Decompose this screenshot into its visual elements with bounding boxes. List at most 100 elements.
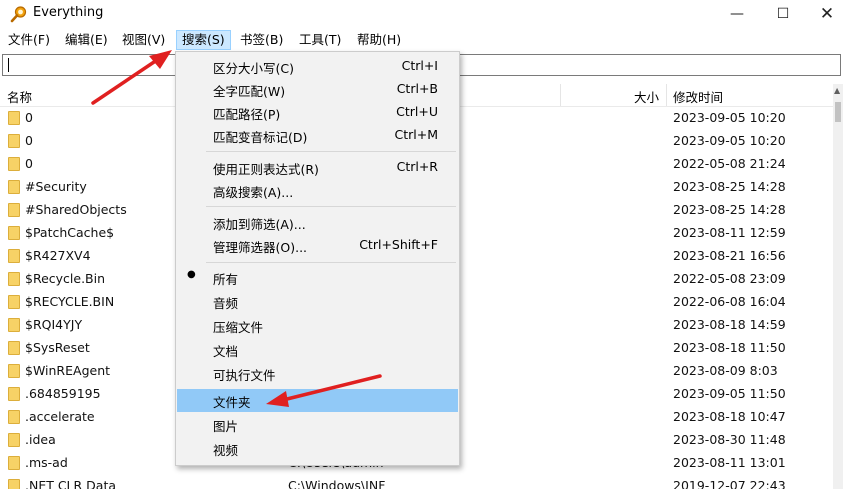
folder-icon [8, 249, 20, 263]
menu-item-label: 压缩文件 [213, 320, 264, 335]
folder-icon [8, 341, 20, 355]
radio-selected-icon: ● [187, 269, 196, 280]
menu-item-regex[interactable]: 使用正则表达式(R) Ctrl+R [177, 156, 458, 179]
folder-icon [8, 410, 20, 424]
row-modified: 2023-09-05 10:20 [673, 110, 786, 125]
menu-bar: 文件(F) 编辑(E) 视图(V) 搜索(S) 书签(B) 工具(T) 帮助(H… [0, 28, 843, 52]
row-modified: 2023-08-30 11:48 [673, 432, 786, 447]
menu-item-filter-folder[interactable]: 文件夹 [177, 389, 458, 412]
row-modified: 2023-09-05 11:50 [673, 386, 786, 401]
menu-item-label: 添加到筛选(A)... [213, 217, 306, 232]
menu-item-filter-video[interactable]: 视频 [177, 437, 458, 460]
menu-item-shortcut: Ctrl+R [396, 159, 438, 174]
menu-separator [206, 151, 456, 152]
menu-item-label: 使用正则表达式(R) [213, 162, 319, 177]
title-bar: Everything — ☐ ✕ [0, 0, 843, 28]
folder-icon [8, 318, 20, 332]
row-modified: 2023-09-05 10:20 [673, 133, 786, 148]
menu-bookmarks[interactable]: 书签(B) [235, 30, 288, 50]
menu-item-label: 区分大小写(C) [213, 61, 294, 76]
row-modified: 2023-08-18 10:47 [673, 409, 786, 424]
menu-item-match-diacritics[interactable]: 匹配变音标记(D) Ctrl+M [177, 124, 458, 147]
menu-item-label: 匹配变音标记(D) [213, 130, 308, 145]
menu-item-filter-compressed[interactable]: 压缩文件 [177, 314, 458, 337]
menu-item-shortcut: Ctrl+U [396, 104, 438, 119]
folder-icon [8, 203, 20, 217]
menu-item-shortcut: Ctrl+I [401, 58, 438, 73]
folder-icon [8, 295, 20, 309]
menu-item-label: 音频 [213, 296, 239, 311]
folder-icon [8, 272, 20, 286]
folder-icon [8, 479, 20, 489]
menu-item-match-case[interactable]: 区分大小写(C) Ctrl+I [177, 55, 458, 78]
menu-item-label: 文档 [213, 344, 239, 359]
row-modified: 2023-08-09 8:03 [673, 363, 778, 378]
magnifier-app-icon [10, 6, 27, 23]
menu-help[interactable]: 帮助(H) [352, 30, 406, 50]
menu-edit[interactable]: 编辑(E) [60, 30, 113, 50]
row-modified: 2022-06-08 16:04 [673, 294, 786, 309]
menu-tools[interactable]: 工具(T) [294, 30, 346, 50]
menu-item-label: 管理筛选器(O)... [213, 240, 308, 255]
minimize-button[interactable]: — [714, 0, 760, 28]
menu-search[interactable]: 搜索(S) [176, 30, 231, 50]
menu-item-label: 所有 [213, 272, 239, 287]
menu-item-label: 全字匹配(W) [213, 84, 286, 99]
menu-item-filter-picture[interactable]: 图片 [177, 413, 458, 436]
table-row[interactable]: .NET CLR Data C:\Windows\INF 2019-12-07 22… [0, 475, 843, 489]
row-modified: 2022-05-08 21:24 [673, 156, 786, 171]
column-divider[interactable] [666, 84, 667, 106]
menu-item-label: 视频 [213, 443, 239, 458]
folder-icon [8, 111, 20, 125]
scroll-up-icon[interactable]: ▲ [834, 86, 840, 95]
text-caret [8, 58, 9, 72]
menu-item-label: 文件夹 [213, 395, 251, 410]
column-name-header[interactable]: 名称 [7, 87, 32, 106]
row-modified: 2023-08-18 11:50 [673, 340, 786, 355]
menu-item-match-path[interactable]: 匹配路径(P) Ctrl+U [177, 101, 458, 124]
menu-item-shortcut: Ctrl+B [396, 81, 438, 96]
menu-item-label: 高级搜索(A)... [213, 185, 294, 200]
column-size-header[interactable]: 大小 [634, 87, 659, 106]
menu-item-shortcut: Ctrl+Shift+F [359, 237, 438, 252]
maximize-button[interactable]: ☐ [760, 0, 806, 28]
window-title: Everything [33, 5, 104, 20]
menu-item-whole-word[interactable]: 全字匹配(W) Ctrl+B [177, 78, 458, 101]
menu-item-filter-all[interactable]: ● 所有 [177, 266, 458, 289]
menu-file[interactable]: 文件(F) [3, 30, 55, 50]
menu-view[interactable]: 视图(V) [117, 30, 170, 50]
folder-icon [8, 226, 20, 240]
menu-item-shortcut: Ctrl+M [394, 127, 439, 142]
menu-item-filter-document[interactable]: 文档 [177, 338, 458, 361]
row-modified: 2023-08-11 12:59 [673, 225, 786, 240]
menu-item-filter-audio[interactable]: 音频 [177, 290, 458, 313]
row-path: C:\Windows\INF [288, 478, 386, 489]
row-modified: 2023-08-21 16:56 [673, 248, 786, 263]
column-divider[interactable] [560, 84, 561, 106]
menu-item-label: 可执行文件 [213, 368, 276, 383]
row-modified: 2023-08-25 14:28 [673, 202, 786, 217]
menu-item-label: 图片 [213, 419, 239, 434]
scroll-thumb[interactable] [835, 102, 841, 122]
row-modified: 2022-05-08 23:09 [673, 271, 786, 286]
folder-icon [8, 157, 20, 171]
row-modified: 2023-08-25 14:28 [673, 179, 786, 194]
folder-icon [8, 433, 20, 447]
column-modified-header[interactable]: 修改时间 [673, 87, 723, 106]
menu-item-label: 匹配路径(P) [213, 107, 281, 122]
menu-separator [206, 262, 456, 263]
folder-icon [8, 134, 20, 148]
row-name: .NET CLR Data [25, 478, 117, 489]
folder-icon [8, 180, 20, 194]
menu-item-add-filter[interactable]: 添加到筛选(A)... [177, 211, 458, 234]
close-button[interactable]: ✕ [804, 0, 843, 28]
folder-icon [8, 387, 20, 401]
folder-icon [8, 364, 20, 378]
search-menu-dropdown: 区分大小写(C) Ctrl+I 全字匹配(W) Ctrl+B 匹配路径(P) Ctrl… [175, 51, 460, 466]
menu-item-manage-filters[interactable]: 管理筛选器(O)... Ctrl+Shift+F [177, 234, 458, 257]
menu-item-advanced-search[interactable]: 高级搜索(A)... [177, 179, 458, 202]
row-modified: 2023-08-18 14:59 [673, 317, 786, 332]
menu-item-filter-executable[interactable]: 可执行文件 [177, 362, 458, 385]
vertical-scrollbar[interactable]: ▲ [833, 84, 843, 489]
row-modified: 2019-12-07 22:43 [673, 478, 786, 489]
